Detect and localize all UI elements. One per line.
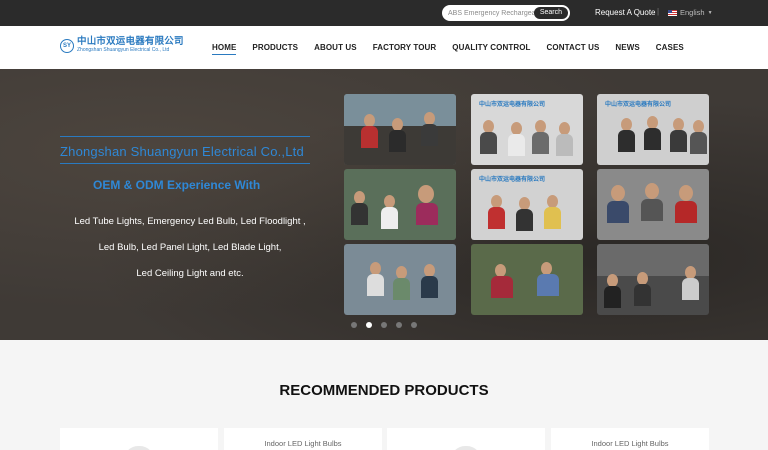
hero-product-line: Led Bulb, Led Panel Light, Led Blade Lig… xyxy=(98,242,282,253)
product-card[interactable] xyxy=(387,428,545,450)
customer-photo xyxy=(344,169,456,240)
logo-english-name: Zhongshan Shuangyun Electrical Co., Ltd xyxy=(77,47,170,53)
customer-photo xyxy=(344,94,456,165)
customer-photo xyxy=(471,244,583,315)
nav-home[interactable]: HOME xyxy=(212,43,237,55)
nav-products[interactable]: PRODUCTS xyxy=(252,43,298,55)
logo-mark-icon: SY xyxy=(60,38,74,53)
logo[interactable]: SY 中山市双运电器有限公司 Zhongshan Shuangyun Elect… xyxy=(60,37,184,54)
hero-product-list: Led Tube Lights, Emergency Led Bulb, Led… xyxy=(60,209,320,287)
slider-dot[interactable] xyxy=(351,322,357,328)
company-sign: 中山市双运电器有限公司 xyxy=(479,102,546,108)
customer-photo xyxy=(344,244,456,315)
slider-dot[interactable] xyxy=(396,322,402,328)
bulb-image xyxy=(451,446,481,450)
language-label: English xyxy=(680,8,705,17)
logo-text: 中山市双运电器有限公司 Zhongshan Shuangyun Electric… xyxy=(77,37,184,54)
nav-cases[interactable]: CASES xyxy=(656,43,684,55)
slider-dot[interactable] xyxy=(411,322,417,328)
product-card[interactable] xyxy=(60,428,218,450)
search-box: Search xyxy=(442,5,570,21)
photo-grid: 中山市双运电器有限公司 中山市双运电器有限公司 中山市双运电器有限公司 xyxy=(344,94,710,315)
company-sign: 中山市双运电器有限公司 xyxy=(479,177,546,183)
language-selector[interactable]: English ▼ xyxy=(668,8,713,17)
logo-chinese-name: 中山市双运电器有限公司 xyxy=(77,36,184,47)
hero-divider-bottom xyxy=(60,163,310,164)
request-quote-link[interactable]: Request A Quote xyxy=(595,8,656,17)
separator: | xyxy=(657,7,660,16)
customer-photo xyxy=(597,169,709,240)
us-flag-icon xyxy=(668,9,677,16)
customer-photo: 中山市双运电器有限公司 xyxy=(471,169,583,240)
hero-oem-heading: OEM & ODM Experience With xyxy=(93,178,261,192)
customer-photo xyxy=(597,244,709,315)
search-input[interactable] xyxy=(448,7,536,19)
nav-news[interactable]: NEWS xyxy=(615,43,639,55)
search-button[interactable]: Search xyxy=(533,7,568,19)
recommended-title: RECOMMENDED PRODUCTS xyxy=(279,382,489,399)
product-card-label: Indoor LED Light Bulbs xyxy=(591,439,669,448)
product-card[interactable]: Indoor LED Light Bulbs xyxy=(224,428,382,450)
hero-company-name: Zhongshan Shuangyun Electrical Co.,Ltd xyxy=(60,144,304,159)
hero-banner: Zhongshan Shuangyun Electrical Co.,Ltd O… xyxy=(0,69,768,340)
hero-product-line: Led Tube Lights, Emergency Led Bulb, Led… xyxy=(74,216,306,227)
top-bar: Search Request A Quote | English ▼ xyxy=(0,0,768,26)
nav-contact-us[interactable]: CONTACT US xyxy=(547,43,600,55)
slider-dot-active[interactable] xyxy=(366,322,372,328)
bulb-image xyxy=(124,446,154,450)
chevron-down-icon: ▼ xyxy=(707,9,713,16)
company-sign: 中山市双运电器有限公司 xyxy=(605,102,672,108)
product-card[interactable]: Indoor LED Light Bulbs xyxy=(551,428,709,450)
customer-photo: 中山市双运电器有限公司 xyxy=(471,94,583,165)
slider-dots xyxy=(351,322,417,328)
slider-dot[interactable] xyxy=(381,322,387,328)
hero-product-line: Led Ceiling Light and etc. xyxy=(136,268,244,279)
site-header: SY 中山市双运电器有限公司 Zhongshan Shuangyun Elect… xyxy=(0,26,768,69)
nav-factory-tour[interactable]: FACTORY TOUR xyxy=(373,43,437,55)
nav-quality-control[interactable]: QUALITY CONTROL xyxy=(452,43,530,55)
hero-divider-top xyxy=(60,136,310,137)
nav-about-us[interactable]: ABOUT US xyxy=(314,43,357,55)
product-card-label: Indoor LED Light Bulbs xyxy=(264,439,342,448)
main-nav: HOME PRODUCTS ABOUT US FACTORY TOUR QUAL… xyxy=(212,43,700,55)
customer-photo: 中山市双运电器有限公司 xyxy=(597,94,709,165)
